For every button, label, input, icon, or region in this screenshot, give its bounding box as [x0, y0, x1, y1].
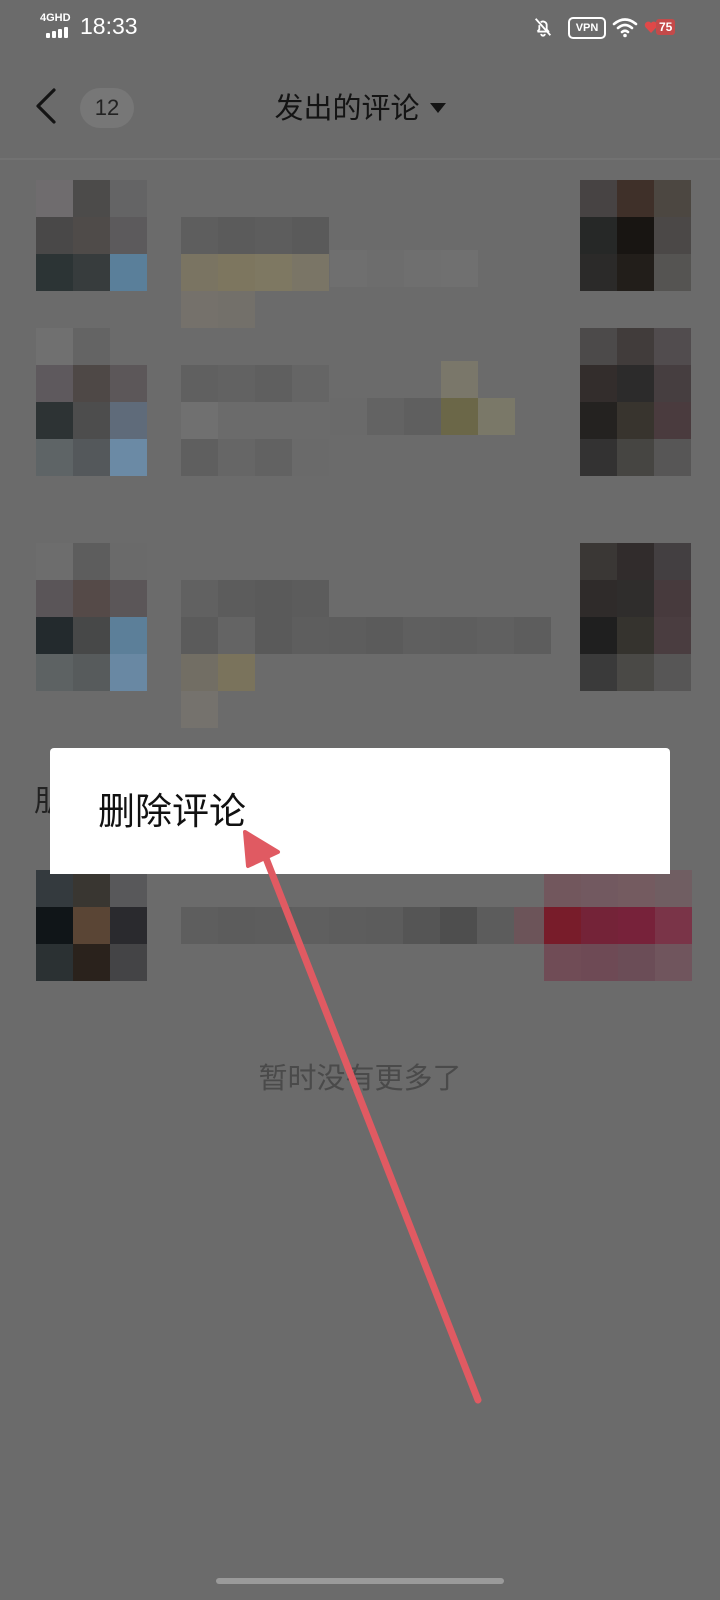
context-menu: 删除评论	[50, 748, 670, 874]
network-type-label: 4GHD	[40, 12, 71, 24]
battery-level: 75	[656, 19, 676, 35]
header-divider	[0, 158, 720, 160]
chevron-left-icon[interactable]	[30, 84, 64, 128]
wifi-icon	[612, 18, 638, 38]
caret-down-icon	[429, 103, 446, 113]
bell-off-icon	[534, 18, 552, 37]
comment-item-blurred	[36, 870, 696, 982]
comment-thumbnail-blurred	[580, 180, 691, 476]
home-indicator[interactable]	[216, 1578, 504, 1584]
comment-text-blurred	[330, 250, 550, 490]
title-dropdown[interactable]: 发出的评论	[200, 84, 520, 132]
signal-bars-icon	[46, 26, 72, 38]
delete-comment-label: 删除评论	[98, 790, 246, 833]
delete-comment-button[interactable]: 删除评论	[50, 748, 670, 874]
vpn-badge: VPN	[568, 17, 606, 39]
status-icons: VPN 75	[480, 14, 680, 42]
top-nav-bar: 12 发出的评论	[0, 56, 720, 160]
page-title: 发出的评论	[274, 91, 420, 125]
comment-item-blurred	[36, 180, 336, 510]
battery-indicator: 75	[644, 18, 680, 36]
list-end-text: 暂时没有更多了	[258, 1061, 462, 1095]
status-bar: 4GHD 18:33 VPN 75	[0, 0, 720, 56]
comment-thumbnail-blurred	[580, 543, 691, 693]
comment-item-blurred	[36, 543, 556, 728]
unread-count-badge: 12	[80, 88, 134, 128]
status-clock: 18:33	[80, 13, 138, 39]
cell-signal: 4GHD	[40, 12, 74, 40]
